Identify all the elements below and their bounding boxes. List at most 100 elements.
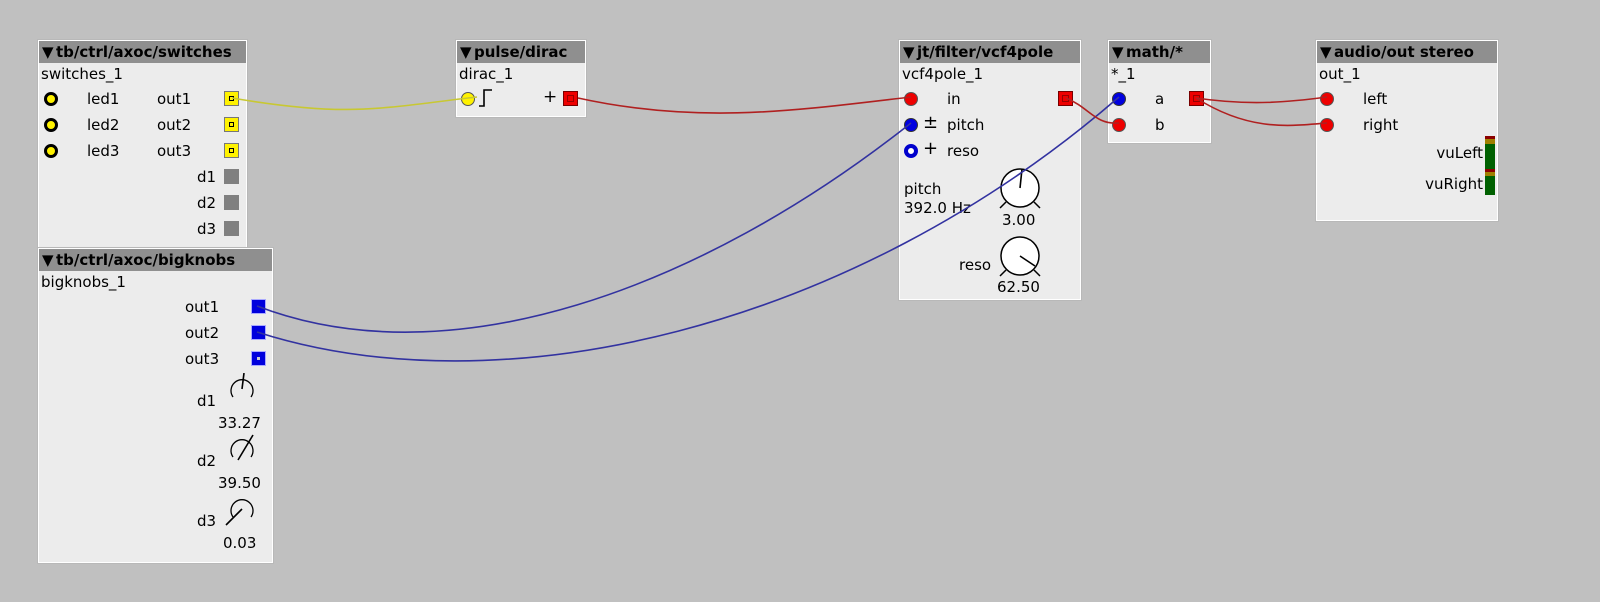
- d1-value: 33.27: [218, 414, 261, 432]
- out2-outlet[interactable]: [224, 117, 239, 132]
- out3-label: out3: [185, 350, 220, 368]
- reso-inlet-label: reso: [947, 142, 980, 160]
- led2-label: led2: [87, 116, 120, 134]
- out-outlet[interactable]: [1058, 91, 1073, 106]
- out2-outlet[interactable]: [251, 325, 266, 340]
- object-type-label: tb/ctrl/axoc/switches: [56, 43, 232, 61]
- collapse-triangle-icon[interactable]: ▼: [460, 41, 474, 63]
- reso-inlet[interactable]: [904, 144, 918, 158]
- led1-label: led1: [87, 90, 120, 108]
- out1-outlet[interactable]: [251, 299, 266, 314]
- wire-switches-out1-to-dirac: [231, 96, 478, 111]
- outlet-symbol: +: [543, 87, 558, 107]
- pitch-frequency-readout: 392.0 Hz: [904, 199, 971, 217]
- instance-name[interactable]: out_1: [1319, 65, 1361, 83]
- out3-label: out3: [157, 142, 192, 160]
- instance-name[interactable]: vcf4pole_1: [902, 65, 983, 83]
- vu-left-label: vuLeft: [1436, 144, 1483, 162]
- dirac-object[interactable]: ▼ pulse/dirac dirac_1 +: [456, 40, 586, 117]
- d2-label: d2: [197, 194, 217, 212]
- object-header[interactable]: ▼ pulse/dirac: [457, 41, 585, 63]
- vu-right-label: vuRight: [1425, 175, 1483, 193]
- object-header[interactable]: ▼ jt/filter/vcf4pole: [900, 41, 1080, 63]
- led2-inlet[interactable]: [44, 118, 58, 132]
- instance-name[interactable]: *_1: [1111, 65, 1136, 83]
- d3-toggle[interactable]: [224, 221, 239, 236]
- pitch-inlet-label: pitch: [947, 116, 985, 134]
- d1-label: d1: [197, 168, 217, 186]
- b-inlet[interactable]: [1112, 118, 1126, 132]
- d3-knob[interactable]: [225, 493, 259, 527]
- object-type-label: audio/out stereo: [1334, 43, 1474, 61]
- led1-inlet[interactable]: [44, 92, 58, 106]
- in-inlet[interactable]: [904, 92, 918, 106]
- d2-knob[interactable]: [225, 433, 259, 467]
- out-outlet[interactable]: [563, 91, 578, 106]
- object-type-label: jt/filter/vcf4pole: [917, 43, 1054, 61]
- out3-outlet[interactable]: [251, 351, 266, 366]
- object-header[interactable]: ▼ math/*: [1109, 41, 1210, 63]
- a-label: a: [1155, 90, 1165, 108]
- vu-meter-right: [1485, 169, 1495, 195]
- out1-outlet[interactable]: [224, 91, 239, 106]
- pitch-inlet-symbol: ±: [923, 112, 939, 133]
- d2-value: 39.50: [218, 474, 261, 492]
- pitch-knob[interactable]: [997, 165, 1043, 211]
- out3-outlet[interactable]: [224, 143, 239, 158]
- d3-value: 0.03: [223, 534, 257, 552]
- d1-toggle[interactable]: [224, 169, 239, 184]
- vcf4pole-object[interactable]: ▼ jt/filter/vcf4pole vcf4pole_1 in ± pitc…: [899, 40, 1081, 300]
- out-outlet[interactable]: [1189, 91, 1204, 106]
- multiply-object[interactable]: ▼ math/* *_1 a b: [1108, 40, 1211, 143]
- audio-out-object[interactable]: ▼ audio/out stereo out_1 left right vuLef…: [1316, 40, 1498, 221]
- collapse-triangle-icon[interactable]: ▼: [903, 41, 917, 63]
- d3-label: d3: [197, 220, 217, 238]
- instance-name[interactable]: switches_1: [41, 65, 123, 83]
- left-inlet[interactable]: [1320, 92, 1334, 106]
- a-inlet[interactable]: [1112, 92, 1126, 106]
- out1-label: out1: [185, 298, 220, 316]
- reso-inlet-symbol: +: [923, 138, 939, 159]
- trigger-inlet[interactable]: [461, 92, 475, 106]
- d2-label: d2: [197, 452, 217, 470]
- object-header[interactable]: ▼ tb/ctrl/axoc/switches: [39, 41, 246, 63]
- reso-value: 62.50: [997, 278, 1040, 296]
- wire-mult-to-out-right: [1195, 97, 1328, 127]
- vu-meter-left: [1485, 136, 1495, 170]
- d3-label: d3: [197, 512, 217, 530]
- reso-knob[interactable]: [997, 233, 1043, 279]
- pulse-step-icon: [479, 89, 492, 107]
- reso-param-label: reso: [959, 256, 992, 274]
- out2-label: out2: [157, 116, 192, 134]
- d1-label: d1: [197, 392, 217, 410]
- instance-name[interactable]: dirac_1: [459, 65, 513, 83]
- left-label: left: [1363, 90, 1388, 108]
- switches-object[interactable]: ▼ tb/ctrl/axoc/switches switches_1 led1 o…: [38, 40, 247, 248]
- instance-name[interactable]: bigknobs_1: [41, 273, 126, 291]
- right-label: right: [1363, 116, 1399, 134]
- in-label: in: [947, 90, 961, 108]
- out2-label: out2: [185, 324, 220, 342]
- wire-dirac-to-vcf-in: [577, 96, 912, 114]
- object-header[interactable]: ▼ tb/ctrl/axoc/bigknobs: [39, 249, 272, 271]
- bigknobs-object[interactable]: ▼ tb/ctrl/axoc/bigknobs bigknobs_1 out1 o…: [38, 248, 273, 563]
- collapse-triangle-icon[interactable]: ▼: [1320, 41, 1334, 63]
- collapse-triangle-icon[interactable]: ▼: [42, 249, 56, 271]
- right-inlet[interactable]: [1320, 118, 1334, 132]
- object-type-label: math/*: [1126, 43, 1183, 61]
- pitch-param-label: pitch: [904, 180, 942, 198]
- collapse-triangle-icon[interactable]: ▼: [1112, 41, 1126, 63]
- d1-knob[interactable]: [225, 373, 259, 407]
- object-type-label: tb/ctrl/axoc/bigknobs: [56, 251, 236, 269]
- d2-toggle[interactable]: [224, 195, 239, 210]
- pitch-inlet[interactable]: [904, 118, 918, 132]
- object-type-label: pulse/dirac: [474, 43, 568, 61]
- led3-label: led3: [87, 142, 120, 160]
- pitch-value: 3.00: [1002, 211, 1036, 229]
- led3-inlet[interactable]: [44, 144, 58, 158]
- collapse-triangle-icon[interactable]: ▼: [42, 41, 56, 63]
- object-header[interactable]: ▼ audio/out stereo: [1317, 41, 1497, 63]
- b-label: b: [1155, 116, 1165, 134]
- wire-bigknobs-out1-to-vcf-pitch: [256, 122, 912, 333]
- out1-label: out1: [157, 90, 192, 108]
